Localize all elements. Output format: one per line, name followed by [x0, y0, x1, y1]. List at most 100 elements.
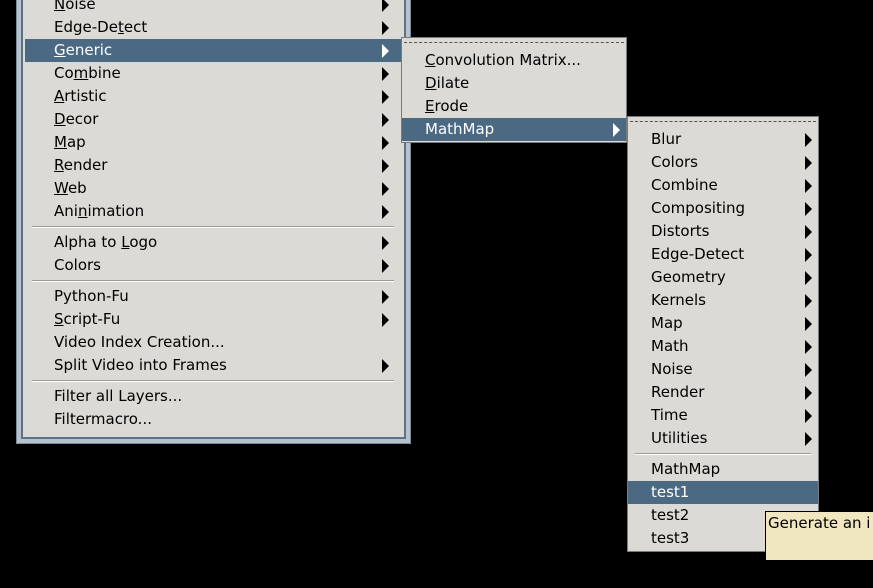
submenu-arrow-icon — [382, 158, 389, 173]
submenu-arrow-icon — [382, 181, 389, 196]
menu-item-label: Video Index Creation... — [54, 333, 225, 351]
menu-item-label: Edge-Detect — [651, 245, 745, 263]
menu-item-label: Colors — [54, 256, 101, 274]
menu-item-utilities[interactable]: Utilities — [628, 427, 818, 450]
tearoff-handle[interactable] — [402, 38, 626, 49]
menu-item-edge-detect[interactable]: Edge-Detect — [25, 16, 401, 39]
menu-item-label: test3 — [651, 529, 690, 547]
menu-item-colors[interactable]: Colors — [25, 254, 401, 277]
menu-item-generic[interactable]: Generic — [25, 39, 401, 62]
menu-item-render[interactable]: Render — [628, 381, 818, 404]
submenu-arrow-icon — [382, 20, 389, 35]
menu-item-edge-detect[interactable]: Edge-Detect — [628, 243, 818, 266]
tooltip: Generate an i — [765, 511, 873, 561]
submenu-arrow-icon — [805, 339, 812, 354]
submenu-arrow-icon — [805, 316, 812, 331]
menu-item-mathmap[interactable]: MathMap — [628, 458, 818, 481]
menu-item-geometry[interactable]: Geometry — [628, 266, 818, 289]
menu-item-label: Noise — [54, 0, 96, 13]
menu-item-alpha-to-logo[interactable]: Alpha to Logo — [25, 231, 401, 254]
submenu-arrow-icon — [382, 235, 389, 250]
menu-item-script-fu[interactable]: Script-Fu — [25, 308, 401, 331]
menu-separator — [25, 277, 401, 285]
menu-item-noise[interactable]: Noise — [25, 0, 401, 16]
menu-separator — [25, 223, 401, 231]
submenu-arrow-icon — [805, 132, 812, 147]
menu-item-label: test2 — [651, 506, 690, 524]
menu-item-convolution-matrix[interactable]: Convolution Matrix... — [402, 49, 626, 72]
submenu-arrow-icon — [382, 43, 389, 58]
menu-item-animation[interactable]: Aninimation — [25, 200, 401, 223]
menu-item-label: Noise — [651, 360, 693, 378]
submenu-arrow-icon — [805, 431, 812, 446]
menu-item-distorts[interactable]: Distorts — [628, 220, 818, 243]
menu-item-colors[interactable]: Colors — [628, 151, 818, 174]
menu-item-web[interactable]: Web — [25, 177, 401, 200]
menu-item-label: Convolution Matrix... — [425, 51, 581, 69]
menu-item-label: Combine — [651, 176, 718, 194]
menu-item-dilate[interactable]: Dilate — [402, 72, 626, 95]
menu-item-label: Python-Fu — [54, 287, 129, 305]
menu-item-label: Geometry — [651, 268, 726, 286]
menu-item-time[interactable]: Time — [628, 404, 818, 427]
menu-item-label: Utilities — [651, 429, 708, 447]
menu-item-split-video-into-frames[interactable]: Split Video into Frames — [25, 354, 401, 377]
menu-item-label: Kernels — [651, 291, 706, 309]
menu-item-python-fu[interactable]: Python-Fu — [25, 285, 401, 308]
submenu-arrow-icon — [805, 224, 812, 239]
menu-item-blur[interactable]: Blur — [628, 128, 818, 151]
submenu-arrow-icon — [805, 293, 812, 308]
menu-item-mathmap[interactable]: MathMap — [402, 118, 626, 141]
menu-item-label: Colors — [651, 153, 698, 171]
menu-item-filtermacro[interactable]: Filtermacro... — [25, 408, 401, 431]
menu-separator — [25, 377, 401, 385]
menu-item-label: Erode — [425, 97, 469, 115]
menu-item-label: Artistic — [54, 87, 107, 105]
menu-item-label: Aninimation — [54, 202, 145, 220]
menu-item-filter-all-layers[interactable]: Filter all Layers... — [25, 385, 401, 408]
tearoff-handle[interactable] — [628, 117, 818, 128]
menu-item-label: Math — [651, 337, 689, 355]
submenu-arrow-icon — [805, 385, 812, 400]
filters-menu: Noise Edge-Detect Generic Combine Artistic De… — [25, 0, 401, 431]
menu-item-erode[interactable]: Erode — [402, 95, 626, 118]
menu-item-label: Alpha to Logo — [54, 233, 158, 251]
menu-item-label: Split Video into Frames — [54, 356, 227, 374]
menu-item-combine[interactable]: Combine — [25, 62, 401, 85]
menu-item-test1[interactable]: test1 — [628, 481, 818, 504]
menu-item-label: Decor — [54, 110, 99, 128]
menu-item-label: Edge-Detect — [54, 18, 148, 36]
submenu-arrow-icon — [805, 408, 812, 423]
submenu-arrow-icon — [805, 362, 812, 377]
menu-item-label: Time — [651, 406, 688, 424]
menu-item-compositing[interactable]: Compositing — [628, 197, 818, 220]
menu-item-noise[interactable]: Noise — [628, 358, 818, 381]
menu-item-label: Map — [651, 314, 683, 332]
submenu-arrow-icon — [382, 135, 389, 150]
menu-item-artistic[interactable]: Artistic — [25, 85, 401, 108]
menu-item-map[interactable]: Map — [628, 312, 818, 335]
menu-item-render[interactable]: Render — [25, 154, 401, 177]
submenu-arrow-icon — [382, 89, 389, 104]
submenu-arrow-icon — [805, 178, 812, 193]
submenu-arrow-icon — [805, 270, 812, 285]
menu-item-label: test1 — [651, 483, 690, 501]
submenu-arrow-icon — [382, 66, 389, 81]
submenu-arrow-icon — [613, 122, 620, 137]
menu-item-label: Distorts — [651, 222, 710, 240]
tooltip-text: Generate an i — [768, 514, 871, 532]
submenu-arrow-icon — [382, 0, 389, 12]
menu-item-decor[interactable]: Decor — [25, 108, 401, 131]
menu-item-kernels[interactable]: Kernels — [628, 289, 818, 312]
menu-item-label: Map — [54, 133, 86, 151]
submenu-arrow-icon — [805, 155, 812, 170]
submenu-arrow-icon — [382, 358, 389, 373]
submenu-arrow-icon — [382, 204, 389, 219]
menu-item-label: Web — [54, 179, 87, 197]
menu-item-map[interactable]: Map — [25, 131, 401, 154]
menu-item-video-index-creation[interactable]: Video Index Creation... — [25, 331, 401, 354]
menu-item-math[interactable]: Math — [628, 335, 818, 358]
menu-item-label: Generic — [54, 41, 113, 59]
menu-item-combine[interactable]: Combine — [628, 174, 818, 197]
menu-item-label: Compositing — [651, 199, 746, 217]
